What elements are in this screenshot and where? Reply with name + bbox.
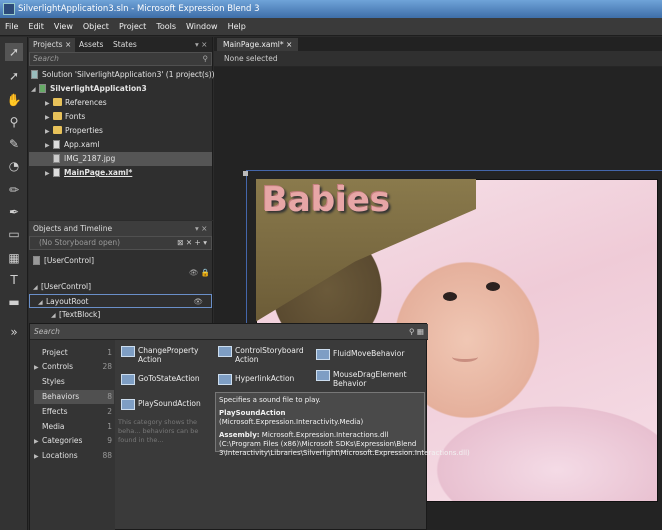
zoom-tool-icon[interactable]: ⚲: [5, 113, 23, 131]
visibility-lock-icon[interactable]: 👁 🔒: [189, 266, 210, 280]
objects-timeline-panel: Objects and Timeline ▾ × (No Storyboard o…: [29, 221, 213, 324]
doc-tab-mainpage[interactable]: MainPage.xaml* ×: [217, 38, 299, 51]
cat-effects[interactable]: Effects 2: [34, 405, 114, 419]
photo-eye-right: [486, 282, 500, 291]
title-bar: SilverlightApplication3.sln - Microsoft …: [0, 0, 662, 18]
objects-panel-title: Objects and Timeline: [29, 222, 117, 236]
tree-mainpage-xaml[interactable]: ▶ MainPage.xaml*: [45, 166, 132, 180]
behavior-icon: [121, 399, 135, 410]
menu-help[interactable]: Help: [223, 18, 251, 36]
direct-select-tool-icon[interactable]: ➚: [5, 67, 23, 85]
menu-tools[interactable]: Tools: [151, 18, 181, 36]
assets-expand-icon[interactable]: »: [5, 323, 23, 341]
category-hint-text: This category shows the beha... behavior…: [118, 418, 199, 444]
behavior-tooltip: Specifies a sound file to play. PlaySoun…: [215, 392, 470, 457]
cat-media[interactable]: Media 1: [34, 420, 114, 434]
projects-panel: Projects × Assets States ▾ × Search ⚲ Sol…: [29, 37, 215, 220]
add-storyboard-icon[interactable]: ⊠ ✕ + ▾: [177, 237, 207, 249]
selection-tool-icon[interactable]: ➚: [5, 43, 23, 61]
textblock-row[interactable]: ◢ [TextBlock]: [51, 308, 100, 322]
behavior-icon: [121, 374, 135, 385]
usercontrol-row[interactable]: ◢ [UserControl]: [33, 280, 91, 294]
pan-tool-icon[interactable]: ✋: [5, 91, 23, 109]
eye-icon[interactable]: 👁: [193, 295, 203, 309]
menu-bar: File Edit View Object Project Tools Window Help: [0, 18, 662, 36]
pencil-tool-icon[interactable]: ✏: [5, 181, 23, 199]
eyedropper-tool-icon[interactable]: ✎: [5, 135, 23, 153]
tooltip-name: PlaySoundAction: [219, 409, 286, 417]
app-icon: [3, 3, 15, 15]
tab-projects[interactable]: Projects ×: [29, 38, 76, 52]
asset-categories: Project 1 ▶ Controls 28 Styles Behaviors 8 E…: [30, 340, 115, 530]
cat-categories[interactable]: ▶ Categories 9: [34, 434, 114, 448]
paint-bucket-tool-icon[interactable]: ◔: [5, 157, 23, 175]
search-icon: ⚲: [202, 54, 209, 63]
tree-app-xaml[interactable]: ▶ App.xaml: [45, 138, 99, 152]
photo-mouth: [452, 352, 478, 362]
tree-references[interactable]: ▶ References: [45, 96, 107, 110]
tab-assets[interactable]: Assets: [75, 38, 107, 52]
project-search-input[interactable]: Search ⚲: [29, 52, 212, 66]
tree-project[interactable]: ◢ SilverlightApplication3: [31, 82, 147, 96]
tree-img-file[interactable]: IMG_2187.jpg: [29, 152, 212, 166]
window-title: SilverlightApplication3.sln - Microsoft …: [18, 4, 260, 14]
tooltip-namespace: (Microsoft.Expression.Interactivity.Medi…: [219, 418, 364, 426]
objects-pin-icon[interactable]: ▾ ×: [191, 222, 211, 236]
selection-status: None selected: [214, 51, 662, 66]
cat-controls[interactable]: ▶ Controls 28: [34, 360, 114, 374]
menu-object[interactable]: Object: [78, 18, 114, 36]
search-icon: ⚲ ▦: [409, 327, 424, 336]
usercontrol-root-row[interactable]: [UserControl]: [33, 254, 94, 268]
tooltip-assembly-label: Assembly:: [219, 431, 260, 439]
assets-search-input[interactable]: Search ⚲ ▦: [30, 324, 428, 340]
behavior-icon: [121, 346, 135, 357]
behavior-icon: [218, 346, 232, 357]
menu-view[interactable]: View: [49, 18, 78, 36]
tooltip-description: Specifies a sound file to play.: [219, 396, 321, 404]
tab-states[interactable]: States: [109, 38, 141, 52]
cat-locations[interactable]: ▶ Locations 88: [34, 449, 114, 463]
pin-icon[interactable]: ▾ ×: [191, 38, 211, 52]
behavior-icon: [218, 374, 232, 385]
toolbox: ➚ ➚ ✋ ⚲ ✎ ◔ ✏ ✒ ▭ ▦ T ▬ »: [0, 37, 28, 530]
menu-file[interactable]: File: [0, 18, 23, 36]
cat-styles[interactable]: Styles: [34, 375, 114, 389]
corner-handle[interactable]: [243, 171, 248, 176]
tree-solution[interactable]: Solution 'SilverlightApplication3' (1 pr…: [31, 68, 215, 82]
menu-project[interactable]: Project: [114, 18, 151, 36]
cat-behaviors[interactable]: Behaviors 8: [34, 390, 114, 404]
layoutroot-row[interactable]: ◢ LayoutRoot 👁: [29, 294, 212, 308]
pen-tool-icon[interactable]: ✒: [5, 203, 23, 221]
banner-text[interactable]: Babies: [262, 180, 390, 220]
menu-window[interactable]: Window: [181, 18, 223, 36]
tree-fonts[interactable]: ▶ Fonts: [45, 110, 85, 124]
controls-tool-icon[interactable]: ▬: [5, 293, 23, 311]
rectangle-tool-icon[interactable]: ▭: [5, 225, 23, 243]
grid-tool-icon[interactable]: ▦: [5, 249, 23, 267]
text-tool-icon[interactable]: T: [5, 271, 23, 289]
behavior-icon: [316, 370, 330, 381]
cat-project[interactable]: Project 1: [34, 346, 114, 360]
photo-eye-left: [443, 292, 457, 301]
tree-properties[interactable]: ▶ Properties: [45, 124, 103, 138]
behavior-icon: [316, 349, 330, 360]
menu-edit[interactable]: Edit: [23, 18, 49, 36]
storyboard-picker[interactable]: (No Storyboard open) ⊠ ✕ + ▾: [29, 236, 212, 250]
